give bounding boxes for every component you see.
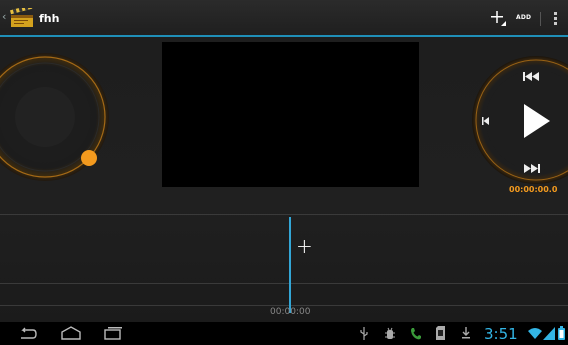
add-button[interactable]: ADD (516, 14, 531, 21)
up-caret-icon[interactable]: ‹ (2, 10, 6, 23)
playback-time: 00:00:00.0 (509, 185, 558, 194)
action-bar-divider (540, 12, 541, 26)
recent-apps-icon[interactable] (104, 326, 124, 340)
debug-icon (385, 327, 395, 339)
add-media-icon[interactable] (489, 8, 507, 28)
clapperboard-icon[interactable] (10, 8, 34, 28)
timeline-divider (0, 283, 568, 284)
video-preview[interactable] (162, 42, 419, 187)
dial-knob[interactable] (81, 150, 97, 166)
timeline-divider (0, 214, 568, 215)
timeline-timecode: 00:00:00 (270, 307, 311, 317)
download-icon (462, 327, 470, 339)
project-title: fhh (39, 12, 60, 25)
back-icon[interactable] (17, 327, 37, 340)
timeline[interactable] (0, 214, 568, 322)
home-icon[interactable] (60, 326, 82, 340)
phone-icon (411, 328, 421, 340)
usb-icon (360, 327, 368, 340)
video-editor-screen: ‹ fhh ADD 00:00:00.0 + 00:00:00 3:51 (0, 0, 568, 345)
signal-icon (543, 327, 555, 340)
status-clock: 3:51 (484, 325, 518, 343)
system-bar (0, 322, 568, 345)
scrub-dial[interactable] (0, 52, 110, 182)
overflow-menu-icon[interactable] (554, 12, 557, 26)
wifi-icon (528, 328, 542, 339)
sdcard-icon (436, 326, 445, 340)
action-bar: ‹ fhh ADD (0, 0, 568, 37)
playhead[interactable] (289, 217, 291, 313)
add-clip-button[interactable]: + (296, 236, 313, 256)
timeline-divider (0, 305, 568, 306)
transport-dial (472, 56, 568, 184)
battery-icon (558, 326, 565, 340)
